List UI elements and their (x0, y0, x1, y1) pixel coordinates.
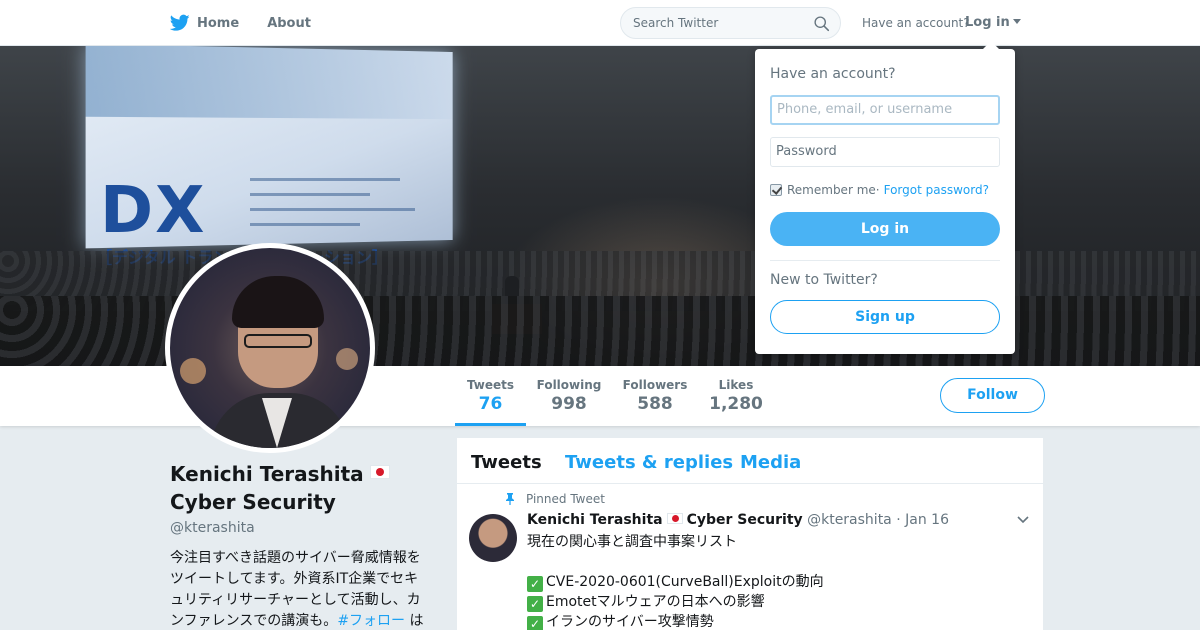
nav-about-label: About (267, 15, 311, 31)
bio-text-after: は (405, 613, 424, 629)
check-mark-icon: ✓ (527, 596, 543, 612)
stat-likes[interactable]: Likes 1,280 (705, 366, 767, 426)
tweet-author[interactable]: Kenichi Terashita (527, 512, 663, 528)
stat-value: 1,280 (709, 394, 763, 414)
stat-tweets[interactable]: Tweets 76 (455, 366, 526, 426)
screen-title: DX (100, 174, 207, 248)
global-nav: Home About (170, 0, 339, 46)
new-to-twitter-text: New to Twitter? (770, 272, 878, 288)
tweet-line-text: イランのサイバー攻撃情勢 (546, 614, 714, 630)
tweet-line-text: CVE-2020-0601(CurveBall)Exploitの動向 (546, 574, 824, 590)
follow-button[interactable]: Follow (940, 378, 1045, 413)
remember-label[interactable]: Remember me (787, 183, 876, 197)
bio-hashtag-link[interactable]: #フォロー (337, 613, 405, 629)
nav-home[interactable]: Home (170, 14, 239, 32)
separator: · (875, 183, 880, 197)
tweet-date[interactable]: Jan 16 (905, 512, 949, 528)
japan-flag-icon (369, 465, 390, 479)
stat-label: Followers (622, 378, 688, 392)
top-bar: Home About Search Twitter Have an accoun… (0, 0, 1200, 46)
tweet-line: 現在の関心事と調査中事案リスト (527, 534, 737, 550)
profile-avatar[interactable] (165, 243, 375, 453)
profile-name[interactable]: Kenichi Terashita Cyber Security (170, 460, 430, 516)
tweet-line: ✓ イランのサイバー攻撃情勢 (527, 612, 824, 630)
profile-card: Kenichi Terashita Cyber Security @kteras… (170, 460, 430, 630)
profile-bio: 今注目すべき話題のサイバー脅威情報をツイートしてます。外資系IT企業でセキュリテ… (170, 548, 430, 630)
check-mark-icon: ✓ (527, 576, 543, 592)
search-icon[interactable] (813, 15, 830, 32)
dropdown-title: Have an account? (770, 66, 896, 82)
tweet-date-separator: · (896, 512, 901, 528)
stat-label: Likes (718, 378, 754, 392)
screen-text-lines (250, 178, 420, 238)
remember-row: Remember me · Forgot password? (770, 183, 989, 197)
remember-checkbox[interactable] (770, 184, 782, 196)
pinned-label-row: Pinned Tweet (504, 492, 605, 506)
username-field[interactable]: Phone, email, or username (770, 95, 1000, 125)
profile-handle[interactable]: @kterashita (170, 520, 430, 536)
pin-icon (506, 493, 514, 505)
check-mark-icon: ✓ (527, 616, 543, 630)
pinned-tweet[interactable]: Pinned Tweet Kenichi Terashita Cyber Secu… (457, 484, 1043, 630)
tab-tweets[interactable]: Tweets (471, 452, 542, 473)
stat-label: Following (536, 378, 602, 392)
tweet-line: ✓ CVE-2020-0601(CurveBall)Exploitの動向 (527, 572, 824, 592)
stat-label: Tweets (466, 378, 515, 392)
search-placeholder: Search Twitter (633, 16, 719, 30)
nav-about[interactable]: About (267, 16, 311, 31)
have-account-text: Have an account? (862, 16, 970, 30)
nav-home-label: Home (197, 15, 240, 31)
stat-followers[interactable]: Followers 588 (620, 366, 690, 426)
stat-value: 76 (478, 394, 503, 414)
tweet-header: Kenichi Terashita Cyber Security @kterash… (527, 512, 949, 528)
tab-tweets-replies[interactable]: Tweets & replies (565, 452, 733, 473)
login-link-label: Log in (965, 15, 1010, 30)
tweet-handle[interactable]: @kterashita (807, 512, 892, 528)
profile-name-line2: Cyber Security (170, 490, 336, 514)
japan-flag-icon (666, 513, 683, 524)
tweet-line: ✓ Emotetマルウェアの日本への影響 (527, 592, 824, 612)
tweet-avatar[interactable] (469, 514, 517, 562)
login-button[interactable]: Log in (770, 212, 1000, 246)
profile-name-line1: Kenichi Terashita (170, 462, 364, 486)
stat-value: 998 (551, 394, 587, 414)
login-dropdown: Have an account? Phone, email, or userna… (755, 41, 1015, 354)
divider (770, 260, 1000, 261)
tab-media[interactable]: Media (740, 452, 801, 473)
tweet-line-text: Emotetマルウェアの日本への影響 (546, 594, 765, 610)
forgot-password-link[interactable]: Forgot password? (884, 183, 989, 197)
login-dropdown-toggle[interactable]: Log in (965, 15, 1021, 30)
stat-following[interactable]: Following 998 (534, 366, 604, 426)
search-input[interactable]: Search Twitter (620, 7, 841, 39)
signup-button[interactable]: Sign up (770, 300, 1000, 334)
timeline-tabs: Tweets Tweets & replies Media (457, 438, 1043, 484)
twitter-bird-icon (170, 14, 190, 31)
timeline: Tweets Tweets & replies Media Pinned Twe… (456, 437, 1044, 630)
password-field[interactable]: Password (770, 137, 1000, 167)
tweet-author-suffix[interactable]: Cyber Security (687, 512, 803, 528)
stat-value: 588 (637, 394, 673, 414)
caret-down-icon (1012, 19, 1021, 24)
tweet-text: 現在の関心事と調査中事案リスト ✓ CVE-2020-0601(CurveBall… (527, 532, 824, 630)
chevron-down-icon[interactable] (1017, 516, 1029, 524)
pinned-label: Pinned Tweet (526, 492, 605, 506)
